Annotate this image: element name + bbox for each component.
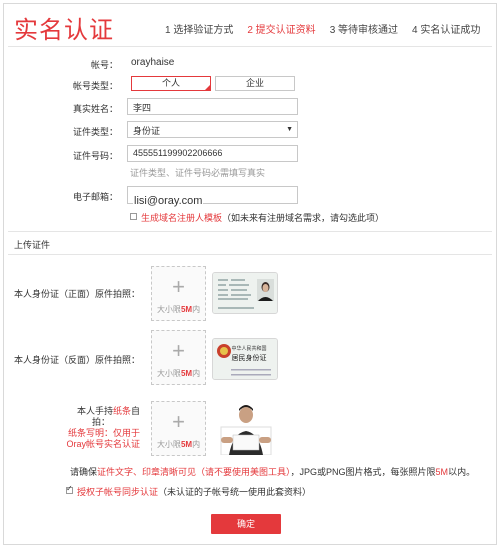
upload-requirements-note: 请确保证件文字、印章清晰可见（请不要使用美图工具），JPG或PNG图片格式，每张… [70,467,476,477]
id-number-label: 证件号码： [72,151,118,161]
plus-icon: + [172,274,185,299]
submit-button[interactable]: 确定 [211,514,281,534]
header-divider [8,46,492,47]
id-type-select[interactable]: 身份证 ▼ [127,121,298,138]
section-divider [8,231,492,232]
real-name-label: 真实姓名： [72,104,118,114]
step-4: 4 实名认证成功 [412,25,481,36]
plus-icon: + [172,409,185,434]
real-name-input[interactable]: 李四 [127,98,298,115]
email-input[interactable]: lisi@oray.com [127,186,298,207]
domain-template-note: （如未来有注册域名需求，请勾选此项） [222,213,385,223]
account-value: orayhaise [131,57,175,68]
email-value: lisi@oray.com [133,195,204,207]
plus-icon: + [172,338,185,363]
step-3: 3 等待审核通过 [329,25,399,36]
sync-subaccount-note: （未认证的子帐号统一使用此套资料） [158,487,312,497]
card-back-title: 中华人民共和国 [231,345,266,352]
upload-caption: 大小限5M内 [156,369,201,378]
front-id-upload[interactable]: + 大小限5M内 [151,266,206,321]
card-back-subtitle: 居民身份证 [232,353,267,362]
id-type-value: 身份证 [133,126,161,136]
upload-caption: 大小限5M内 [156,440,201,449]
upload-section-title: 上传证件 [14,240,51,250]
sync-subaccount-row: 授权子帐号同步认证（未认证的子帐号统一使用此套资料） [77,485,311,498]
sync-subaccount-checkbox[interactable] [66,484,73,494]
step-1: 1 选择验证方式 [165,25,234,36]
account-type-enterprise[interactable]: 企业 [215,76,295,91]
hold-id-sample-image [215,401,277,456]
id-hint: 证件类型、证件号码必需填写真实 [130,168,266,178]
domain-template-link[interactable]: 生成域名注册人模板 [141,213,222,223]
account-label: 帐号： [90,60,118,70]
account-type-label: 帐号类型： [72,81,118,91]
id-number-input[interactable]: 455551199902206666 [127,145,298,162]
section-divider-2 [8,254,492,255]
account-type-personal[interactable]: 个人 [131,76,211,91]
sync-subaccount-label[interactable]: 授权子帐号同步认证 [77,487,158,497]
domain-template-checkbox[interactable] [130,213,137,220]
upload-caption: 大小限5M内 [156,305,201,314]
front-id-label: 本人身份证（正面）原件拍照： [13,289,140,299]
step-indicator: 1 选择验证方式 2 提交认证资料 3 等待审核通过 4 实名认证成功 [165,21,480,36]
email-label: 电子邮箱： [72,192,118,202]
back-id-label: 本人身份证（反面）原件拍照： [13,355,140,365]
step-2: 2 提交认证资料 [247,25,316,36]
id-type-label: 证件类型： [72,127,118,137]
dropdown-arrow-icon: ▼ [286,126,293,133]
id-back-sample-image: 中华人民共和国 居民身份证 [212,338,278,380]
back-id-upload[interactable]: + 大小限5M内 [151,330,206,385]
hold-id-upload[interactable]: + 大小限5M内 [151,401,206,456]
hold-id-label: 本人手持纸条自 拍： 纸条写明：仅用于 Oray帐号实名认证 [66,406,140,449]
page-title: 实名认证 [14,16,114,44]
domain-template-row: 生成域名注册人模板（如未来有注册域名需求，请勾选此项） [141,211,384,224]
id-front-sample-image [212,272,278,314]
